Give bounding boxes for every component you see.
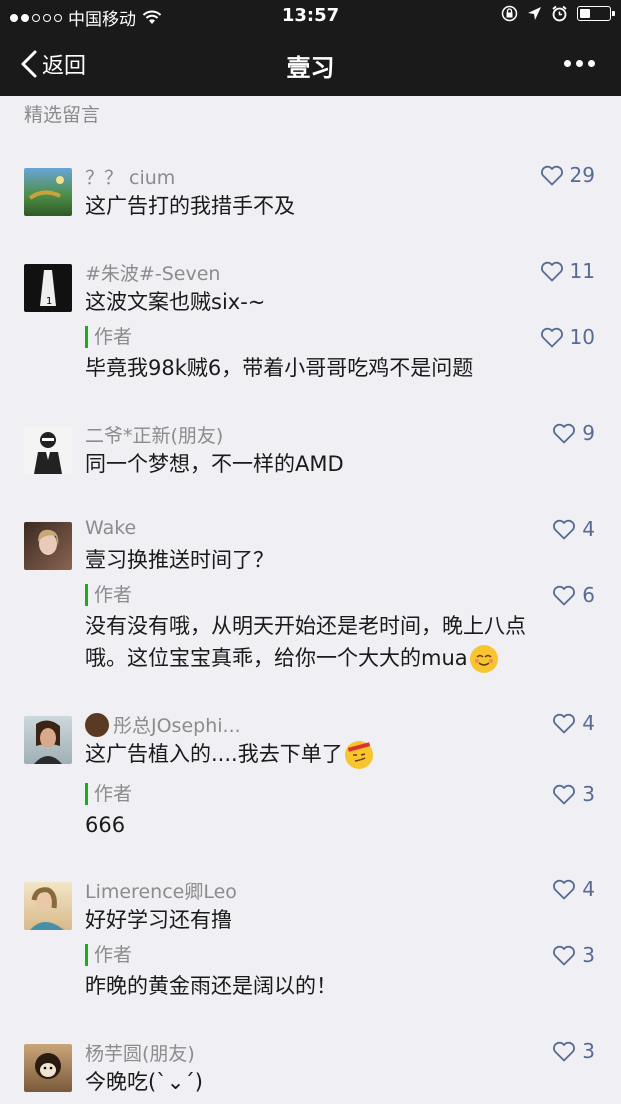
avatar[interactable]: 1 — [24, 264, 72, 312]
author-reply-label: 作者 — [85, 783, 132, 805]
heart-icon — [553, 713, 576, 733]
comment-text: 同一个梦想，不一样的AMD — [85, 452, 344, 476]
like-button[interactable]: 11 — [540, 259, 595, 283]
like-button[interactable]: 3 — [552, 1039, 595, 1063]
reply-text: 666 — [85, 813, 126, 837]
like-count: 4 — [582, 877, 595, 901]
like-count: 4 — [582, 711, 595, 735]
reply-text: 昨晚的黄金雨还是阔以的！ — [85, 974, 337, 998]
comment-text-content: 这广告植入的....我去下单了 — [85, 742, 343, 766]
like-count: 4 — [582, 517, 595, 541]
location-icon — [528, 7, 541, 20]
status-bar: 中国移动 13:57 — [0, 0, 621, 32]
like-count: 10 — [569, 325, 595, 349]
smirk-emoji-icon — [344, 741, 373, 769]
comment-text: 这广告打的我措手不及 — [85, 194, 295, 218]
svg-text:1: 1 — [46, 296, 52, 307]
alarm-icon — [552, 5, 567, 22]
comment-author: 二爷*正新(朋友) — [85, 425, 224, 447]
like-button[interactable]: 4 — [552, 711, 595, 735]
heart-icon — [553, 1041, 576, 1061]
like-count: 3 — [582, 943, 595, 967]
comment-author: #朱波#-Seven — [85, 263, 221, 285]
blush-emoji-icon — [469, 645, 498, 673]
avatar[interactable] — [24, 882, 72, 930]
status-right — [501, 5, 615, 22]
heart-icon — [553, 784, 576, 804]
comment-author: 彤总JOsephi... — [85, 711, 241, 738]
heart-icon — [553, 423, 576, 443]
page-title: 壹习 — [286, 54, 335, 82]
heart-icon — [553, 879, 576, 899]
comment-text: 这广告植入的....我去下单了 — [85, 738, 585, 770]
comment-author: 杨芋圆(朋友) — [85, 1043, 195, 1065]
comment-author: ？？ cium — [85, 167, 176, 189]
reply-like-button[interactable]: 3 — [552, 943, 595, 967]
reply-text: 没有没有哦，从明天开始还是老时间，晚上八点哦。这位宝宝真乖，给你一个大大的mua — [85, 610, 545, 674]
battery-icon — [577, 6, 615, 21]
heart-icon — [553, 585, 576, 605]
like-count: 3 — [582, 782, 595, 806]
heart-icon — [540, 327, 563, 347]
like-button[interactable]: 4 — [552, 877, 595, 901]
comment-author: Limerence卿Leo — [85, 881, 237, 903]
avatar[interactable] — [24, 522, 72, 570]
more-icon[interactable] — [564, 60, 595, 67]
author-reply-label: 作者 — [85, 944, 132, 966]
like-button[interactable]: 4 — [552, 517, 595, 541]
rotation-lock-icon — [501, 5, 518, 22]
reply-text-content: 没有没有哦，从明天开始还是老时间，晚上八点哦。这位宝宝真乖，给你一个大大的mua — [85, 614, 526, 670]
avatar[interactable] — [24, 426, 72, 474]
reply-like-button[interactable]: 3 — [552, 782, 595, 806]
like-count: 11 — [569, 259, 595, 283]
heart-icon — [553, 945, 576, 965]
author-reply-label: 作者 — [85, 326, 132, 348]
section-title: 精选留言 — [24, 104, 101, 126]
like-button[interactable]: 9 — [552, 421, 595, 445]
comment-text: 这波文案也贼six-~ — [85, 290, 266, 314]
avatar[interactable] — [24, 1044, 72, 1092]
avatar[interactable] — [24, 716, 72, 764]
nav-bar: 返回 壹习 — [0, 32, 621, 96]
avatar[interactable] — [24, 168, 72, 216]
reply-text: 毕竟我98k贼6，带着小哥哥吃鸡不是问题 — [85, 356, 474, 380]
comment-text: 壹习换推送时间了？ — [85, 548, 274, 572]
like-button[interactable]: 29 — [540, 163, 595, 187]
face-emoji-icon — [85, 712, 109, 737]
like-count: 29 — [569, 163, 595, 187]
heart-icon — [553, 519, 576, 539]
comment-author: Wake — [85, 517, 137, 539]
like-count: 6 — [582, 583, 595, 607]
comment-text: 今晚吃(`⌄´) — [85, 1070, 203, 1094]
reply-like-button[interactable]: 10 — [540, 325, 595, 349]
author-reply-label: 作者 — [85, 584, 132, 606]
reply-like-button[interactable]: 6 — [552, 583, 595, 607]
comment-text: 好好学习还有撸 — [85, 908, 232, 932]
heart-icon — [540, 261, 563, 281]
comment-author-name: 彤总JOsephi... — [113, 715, 241, 737]
like-count: 9 — [582, 421, 595, 445]
heart-icon — [540, 165, 563, 185]
like-count: 3 — [582, 1039, 595, 1063]
